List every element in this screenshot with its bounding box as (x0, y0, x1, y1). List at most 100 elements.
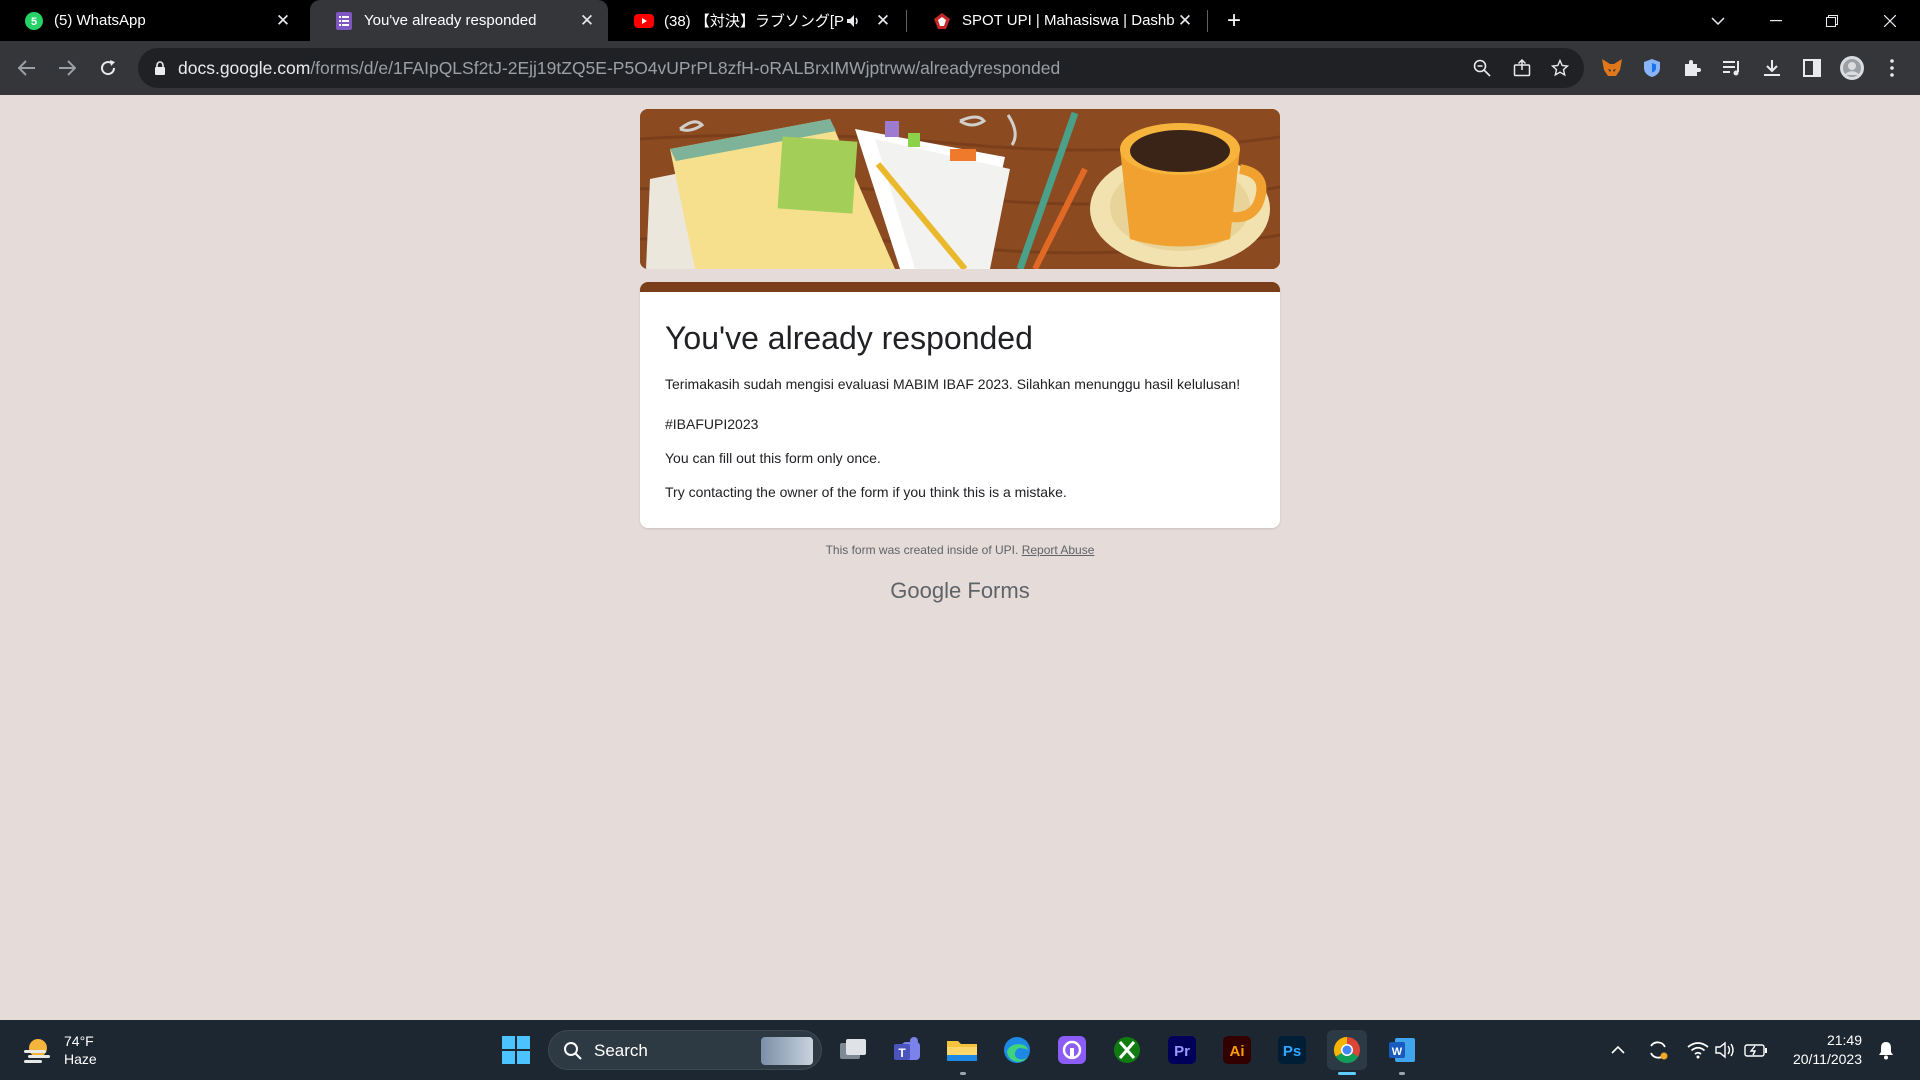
close-icon[interactable]: ✕ (576, 10, 598, 32)
forward-button[interactable] (53, 54, 81, 82)
file-explorer-app[interactable] (942, 1030, 982, 1070)
tab-title: SPOT UPI | Mahasiswa | Dashboard (962, 12, 1174, 29)
zoom-icon[interactable] (1470, 56, 1494, 80)
windows-taskbar: 74°F Haze Search T Pr Ai Ps W 21:49 20/1… (0, 1020, 1920, 1080)
photoshop-icon: Ps (1278, 1036, 1306, 1064)
report-abuse-link[interactable]: Report Abuse (1022, 543, 1095, 557)
google-forms-icon (334, 11, 354, 31)
url-host: docs.google.com (178, 58, 311, 78)
svg-text:W: W (1392, 1046, 1403, 1058)
lock-icon[interactable] (152, 60, 168, 76)
notifications-bell-icon[interactable] (1874, 1038, 1898, 1062)
tab-title: (5) WhatsApp (54, 12, 146, 29)
clock-time: 21:49 (1826, 1032, 1862, 1048)
wifi-icon[interactable] (1686, 1038, 1710, 1062)
speaker-icon[interactable] (844, 11, 864, 31)
shield-extension-icon[interactable] (1638, 54, 1666, 82)
premiere-pro-app[interactable]: Pr (1162, 1030, 1202, 1070)
chrome-icon (1333, 1036, 1360, 1064)
photoshop-app[interactable]: Ps (1272, 1030, 1312, 1070)
start-button[interactable] (496, 1030, 536, 1070)
browser-toolbar: docs.google.com/forms/d/e/1FAIpQLSf2tJ-2… (0, 41, 1920, 95)
form-footer-note: This form was created inside of UPI. Rep… (640, 543, 1280, 557)
tab-whatsapp[interactable]: 5 (5) WhatsApp ✕ (0, 0, 304, 41)
battery-icon[interactable] (1744, 1038, 1768, 1062)
search-icon (564, 1042, 582, 1060)
task-view-button[interactable] (833, 1030, 873, 1070)
premiere-pro-icon: Pr (1168, 1036, 1196, 1064)
xbox-app[interactable] (1107, 1030, 1147, 1070)
active-app-indicator (1338, 1072, 1356, 1075)
svg-text:5: 5 (31, 16, 37, 28)
reload-button[interactable] (94, 54, 122, 82)
running-indicator (1399, 1072, 1405, 1075)
weather-temperature: 74°F (64, 1033, 94, 1049)
tab-forms[interactable]: You've already responded ✕ (310, 0, 608, 41)
xbox-icon (1114, 1037, 1140, 1063)
tab-separator (906, 10, 907, 32)
tab-title: You've already responded (364, 12, 537, 29)
close-icon[interactable]: ✕ (1174, 10, 1196, 32)
tab-youtube[interactable]: (38) 【対決】ラブソング[Part2]マ ✕ (610, 0, 904, 41)
teams-icon: T (894, 1037, 920, 1060)
edge-app[interactable] (997, 1030, 1037, 1070)
form-hashtag: #IBAFUPI2023 (665, 416, 759, 432)
google-forms-logo[interactable]: Google Forms (640, 578, 1280, 604)
haze-sun-icon (24, 1039, 50, 1063)
profile-avatar[interactable] (1838, 54, 1866, 82)
tab-title: (38) 【対決】ラブソング[Part2]マ (664, 13, 844, 30)
svg-text:Pr: Pr (1174, 1043, 1190, 1060)
taskbar-search[interactable]: Search (548, 1030, 822, 1070)
youtube-icon (634, 11, 654, 31)
new-tab-button[interactable]: + (1220, 7, 1248, 35)
metamask-extension-icon[interactable] (1598, 54, 1626, 82)
search-highlight-image (761, 1037, 813, 1065)
svg-text:Ai: Ai (1230, 1043, 1245, 1060)
tab-search-button[interactable] (1690, 0, 1746, 41)
back-button[interactable] (13, 54, 41, 82)
google-wordmark: Google (890, 578, 962, 603)
volume-icon[interactable] (1714, 1038, 1738, 1062)
weather-widget[interactable]: 74°F Haze (22, 1030, 97, 1070)
forms-wordmark: Forms (967, 578, 1030, 603)
share-icon[interactable] (1510, 56, 1534, 80)
search-label: Search (594, 1041, 648, 1060)
created-inside-text: This form was created inside of UPI. (825, 543, 1019, 557)
restore-icon (1826, 14, 1838, 27)
word-app[interactable]: W (1382, 1030, 1422, 1070)
chrome-app[interactable] (1327, 1030, 1367, 1070)
illustrator-icon: Ai (1223, 1036, 1251, 1064)
extensions-puzzle-icon[interactable] (1678, 54, 1706, 82)
address-bar[interactable]: docs.google.com/forms/d/e/1FAIpQLSf2tJ-2… (138, 48, 1584, 88)
minimize-icon (1770, 19, 1782, 21)
weather-description: Haze (64, 1051, 97, 1067)
media-control-icon[interactable] (1718, 54, 1746, 82)
minimize-button[interactable] (1748, 0, 1804, 41)
restore-button[interactable] (1804, 0, 1860, 41)
illustrator-app[interactable]: Ai (1217, 1030, 1257, 1070)
close-icon[interactable]: ✕ (872, 10, 894, 32)
reload-icon (101, 60, 116, 76)
system-clock[interactable]: 21:49 20/11/2023 (1782, 1031, 1862, 1069)
form-card: You've already responded Terimakasih sud… (640, 282, 1280, 528)
folder-icon (947, 1041, 977, 1061)
arrow-right-icon (59, 60, 76, 76)
download-icon[interactable] (1758, 54, 1786, 82)
svg-text:Ps: Ps (1283, 1043, 1301, 1060)
star-icon[interactable] (1548, 56, 1572, 80)
proton-vpn-app[interactable] (1052, 1030, 1092, 1070)
sync-icon[interactable] (1646, 1038, 1670, 1062)
upi-logo-icon (932, 11, 952, 31)
show-hidden-icons-button[interactable] (1606, 1038, 1630, 1062)
close-icon (1884, 14, 1896, 27)
arrow-left-icon (18, 60, 35, 76)
url-text[interactable]: docs.google.com/forms/d/e/1FAIpQLSf2tJ-2… (178, 48, 1060, 88)
form-title: You've already responded (665, 320, 1033, 356)
teams-app[interactable]: T (887, 1030, 927, 1070)
side-panel-icon[interactable] (1798, 54, 1826, 82)
close-icon[interactable]: ✕ (272, 10, 294, 32)
menu-kebab-icon[interactable] (1878, 54, 1906, 82)
chevron-up-icon (1611, 1046, 1625, 1054)
tab-spot-upi[interactable]: SPOT UPI | Mahasiswa | Dashboard ✕ (908, 0, 1206, 41)
close-window-button[interactable] (1862, 0, 1918, 41)
